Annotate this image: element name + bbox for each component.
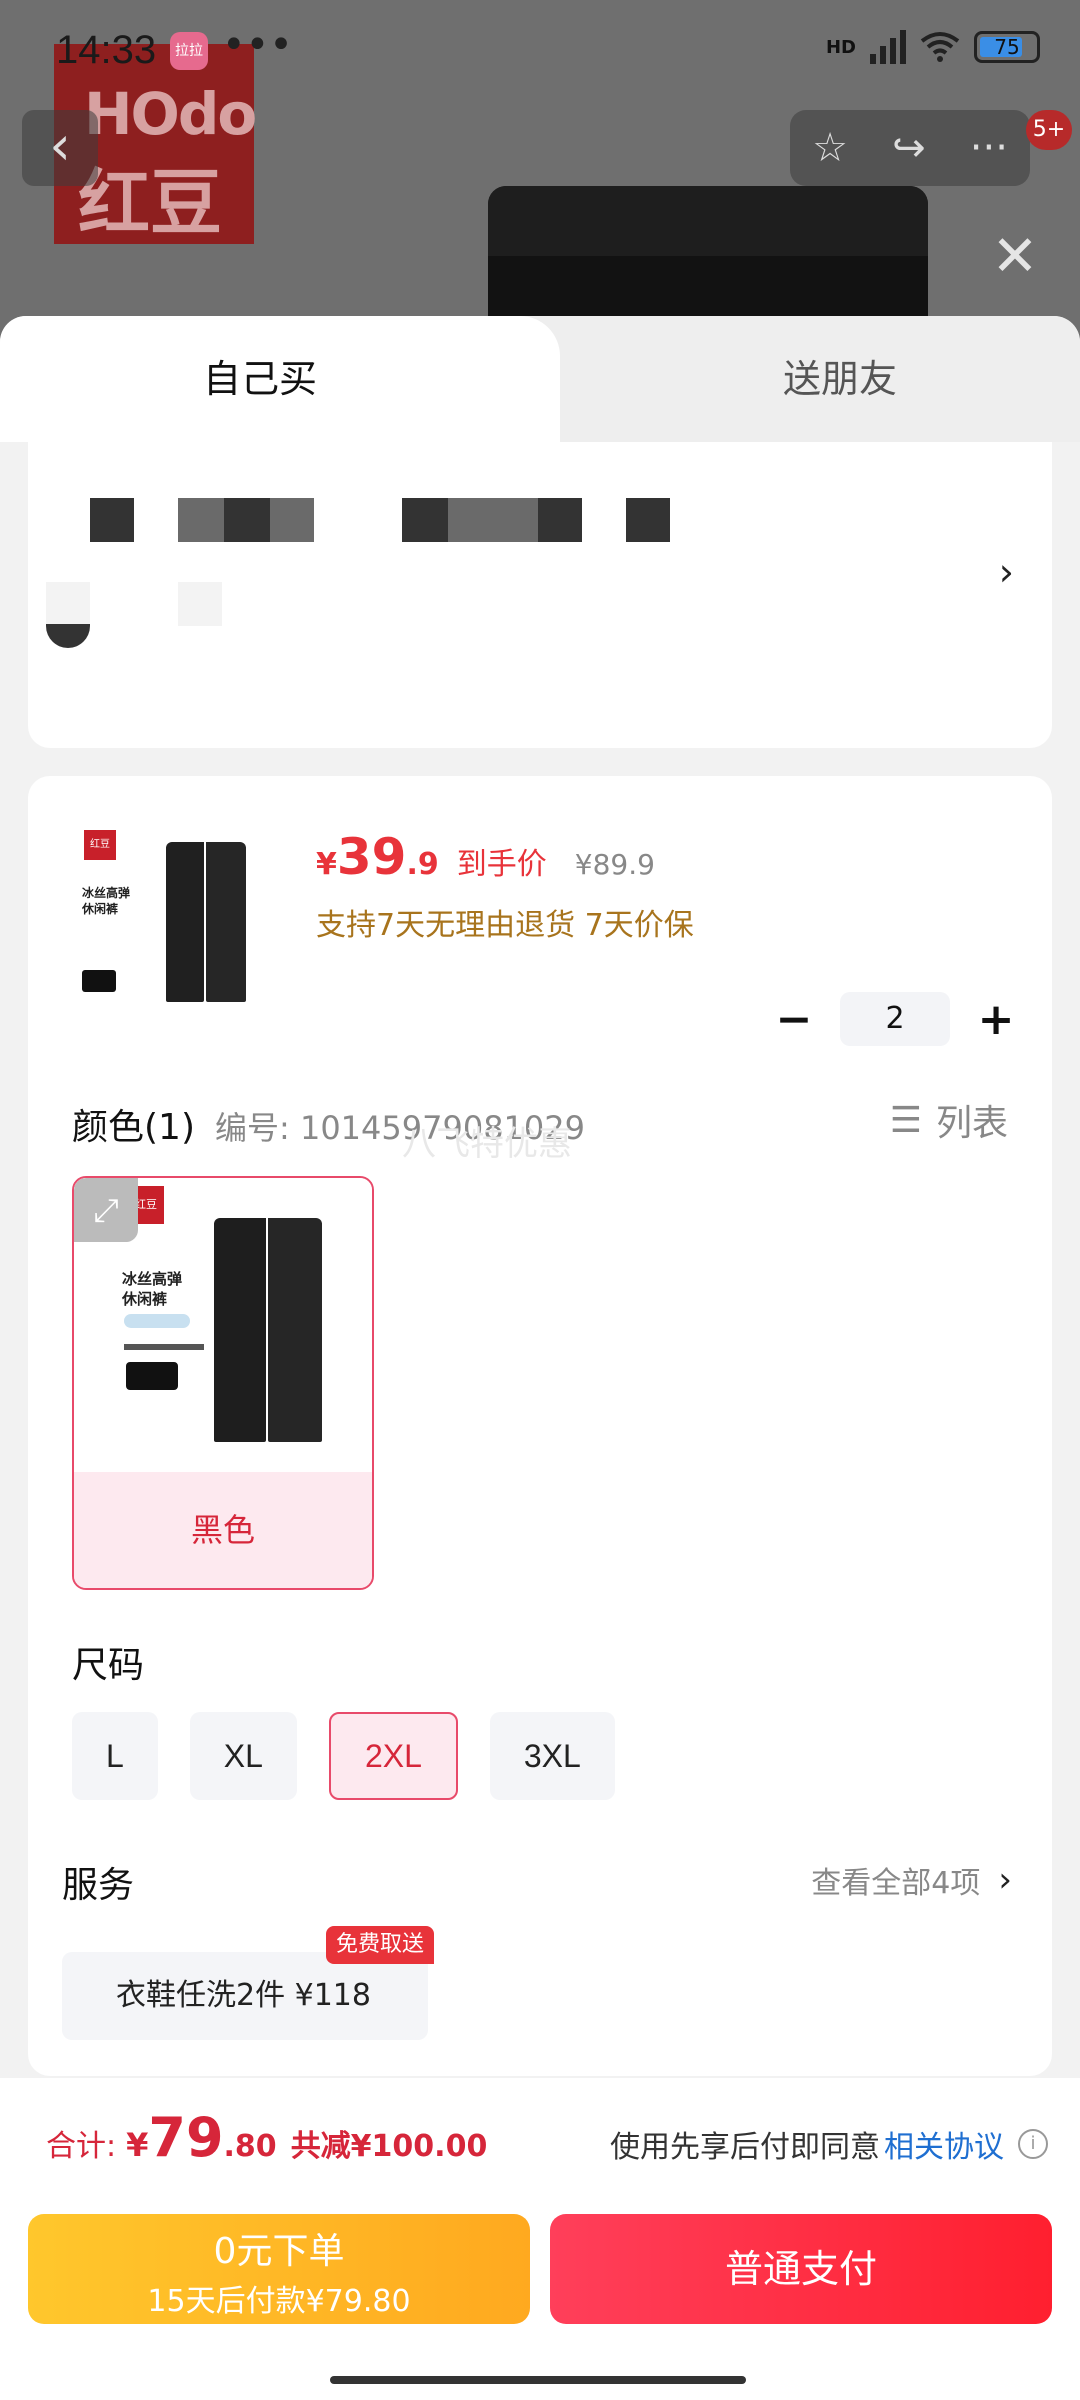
size-option-xl[interactable]: XL — [189, 1712, 297, 1800]
notification-count-badge: 5+ — [1026, 110, 1072, 150]
service-promise: 支持7天无理由退货 7天价保 — [316, 908, 694, 943]
agreement-text: 使用先享后付即同意 — [610, 2130, 880, 2165]
network-type: HD — [825, 36, 856, 58]
redacted-text — [402, 498, 448, 542]
chevron-right-icon: › — [998, 1860, 1012, 1900]
address-card[interactable]: › — [28, 442, 1052, 748]
price-integer: 39 — [336, 828, 407, 886]
status-bar: 14:33 拉拉 ••• HD 75 — [0, 0, 1080, 100]
price-tag-label: 到手价 — [456, 847, 547, 882]
share-icon[interactable]: ↪ — [892, 125, 926, 171]
brand-logo-bottom: 红豆 — [78, 161, 223, 245]
total-currency: ¥ — [126, 2126, 149, 2164]
info-icon[interactable]: i — [1018, 2129, 1048, 2159]
price-row: ¥ 39 .9 到手价 ¥89.9 — [316, 828, 655, 886]
variant-badge — [126, 1362, 178, 1390]
purchase-mode-tabs: 自己买 送朋友 — [0, 316, 1080, 442]
status-time: 14:33 — [56, 28, 157, 72]
color-option-label: 黑色 — [74, 1472, 372, 1588]
view-all-services-link[interactable]: 查看全部4项 › — [811, 1858, 1012, 1902]
service-section-title: 服务 — [62, 1865, 135, 1906]
total-label: 合计: — [46, 2129, 117, 2164]
redacted-text — [626, 498, 670, 542]
size-section-title: 尺码 — [72, 1645, 145, 1686]
quantity-stepper: − 2 + — [774, 992, 1016, 1046]
thumbnail-brand-logo: 红豆 — [84, 830, 116, 860]
size-options: L XL 2XL 3XL — [72, 1712, 615, 1800]
battery-icon: 75 — [974, 31, 1040, 63]
back-button[interactable]: ‹ — [22, 110, 98, 186]
list-icon: ☰ — [889, 1099, 922, 1141]
address-chevron-icon: › — [998, 550, 1014, 594]
free-pickup-badge: 免费取送 — [326, 1926, 435, 1964]
redacted-text — [448, 498, 538, 542]
home-indicator[interactable] — [330, 2376, 746, 2384]
variant-text-line — [124, 1344, 204, 1350]
price-currency: ¥ — [316, 847, 337, 882]
quantity-value[interactable]: 2 — [840, 992, 950, 1046]
discount-amount: 共减¥100.00 — [290, 2129, 488, 2164]
signal-icon — [870, 30, 906, 64]
sku-selection-card: 红豆 冰丝高弹 休闲裤 ¥ 39 .9 到手价 ¥89.9 支持7天无理由退货 … — [28, 776, 1052, 2076]
original-price: ¥89.9 — [574, 848, 655, 881]
size-option-l[interactable]: L — [72, 1712, 158, 1800]
redacted-text — [270, 498, 314, 542]
total-integer: 79 — [148, 2106, 224, 2169]
battery-level: 75 — [994, 35, 1020, 59]
increase-quantity-button[interactable]: + — [976, 994, 1016, 1045]
app-notification-icon: 拉拉 — [170, 32, 208, 70]
size-option-3xl[interactable]: 3XL — [489, 1712, 615, 1800]
pants-image — [268, 1218, 322, 1442]
pay-later-title: 0元下单 — [213, 2231, 345, 2272]
wifi-icon — [920, 32, 960, 62]
redacted-text — [224, 498, 270, 542]
color-option-black[interactable]: 红豆 冰丝高弹 休闲裤 ⤢ 黑色 — [72, 1176, 374, 1590]
expand-image-icon[interactable]: ⤢ — [74, 1178, 138, 1242]
standard-pay-button[interactable]: 普通支付 — [550, 2214, 1052, 2324]
close-icon[interactable]: ✕ — [990, 229, 1040, 285]
thumbnail-caption-1: 冰丝高弹 — [82, 886, 131, 900]
tab-buy-for-self[interactable]: 自己买 — [0, 316, 560, 442]
view-all-label: 查看全部4项 — [811, 1866, 981, 1901]
pants-image — [214, 1218, 266, 1442]
product-thumbnail[interactable]: 红豆 冰丝高弹 休闲裤 — [74, 822, 274, 1022]
price-decimal: .9 — [406, 847, 439, 882]
agreement-link[interactable]: 相关协议 — [884, 2122, 1004, 2166]
pay-later-subtitle: 15天后付款¥79.80 — [147, 2284, 411, 2319]
nav-action-group: ☆ ↪ ··· — [790, 110, 1030, 186]
tab-gift-to-friend[interactable]: 送朋友 — [560, 316, 1080, 442]
decrease-quantity-button[interactable]: − — [774, 994, 814, 1045]
pants-image — [166, 842, 204, 1002]
thumbnail-caption-2: 休闲裤 — [82, 902, 119, 916]
thumbnail-badge — [82, 970, 116, 992]
more-notifications-icon: ••• — [222, 22, 293, 68]
redacted-text — [538, 498, 582, 542]
redacted-text — [46, 582, 90, 626]
pay-later-button[interactable]: 0元下单 15天后付款¥79.80 — [28, 2214, 530, 2324]
size-option-2xl[interactable]: 2XL — [328, 1712, 458, 1800]
redacted-text — [90, 498, 134, 542]
agreement-notice: 使用先享后付即同意 相关协议 i — [610, 2122, 1048, 2166]
redacted-text — [178, 498, 224, 542]
pants-image — [206, 842, 246, 1002]
variant-pill — [124, 1314, 190, 1328]
checkout-bar: 合计: ¥ 79 .80 共减¥100.00 使用先享后付即同意 相关协议 i … — [0, 2078, 1080, 2400]
list-view-toggle[interactable]: ☰ 列表 — [890, 1094, 1008, 1146]
variant-caption-1: 冰丝高弹 — [122, 1270, 183, 1288]
total-summary: 合计: ¥ 79 .80 共减¥100.00 — [46, 2106, 487, 2169]
list-view-label: 列表 — [935, 1103, 1008, 1144]
laundry-service-option[interactable]: 衣鞋任洗2件 ¥118 — [62, 1952, 428, 2040]
redacted-avatar — [46, 624, 90, 648]
redacted-text — [178, 582, 222, 626]
favorite-star-icon[interactable]: ☆ — [812, 125, 848, 171]
total-decimal: .80 — [223, 2129, 277, 2164]
color-section-title: 颜色(1) — [72, 1107, 195, 1148]
variant-caption-2: 休闲裤 — [122, 1290, 168, 1308]
more-menu-icon[interactable]: ··· — [970, 125, 1008, 171]
watermark-text: 八飞特优惠 — [402, 1124, 572, 1164]
